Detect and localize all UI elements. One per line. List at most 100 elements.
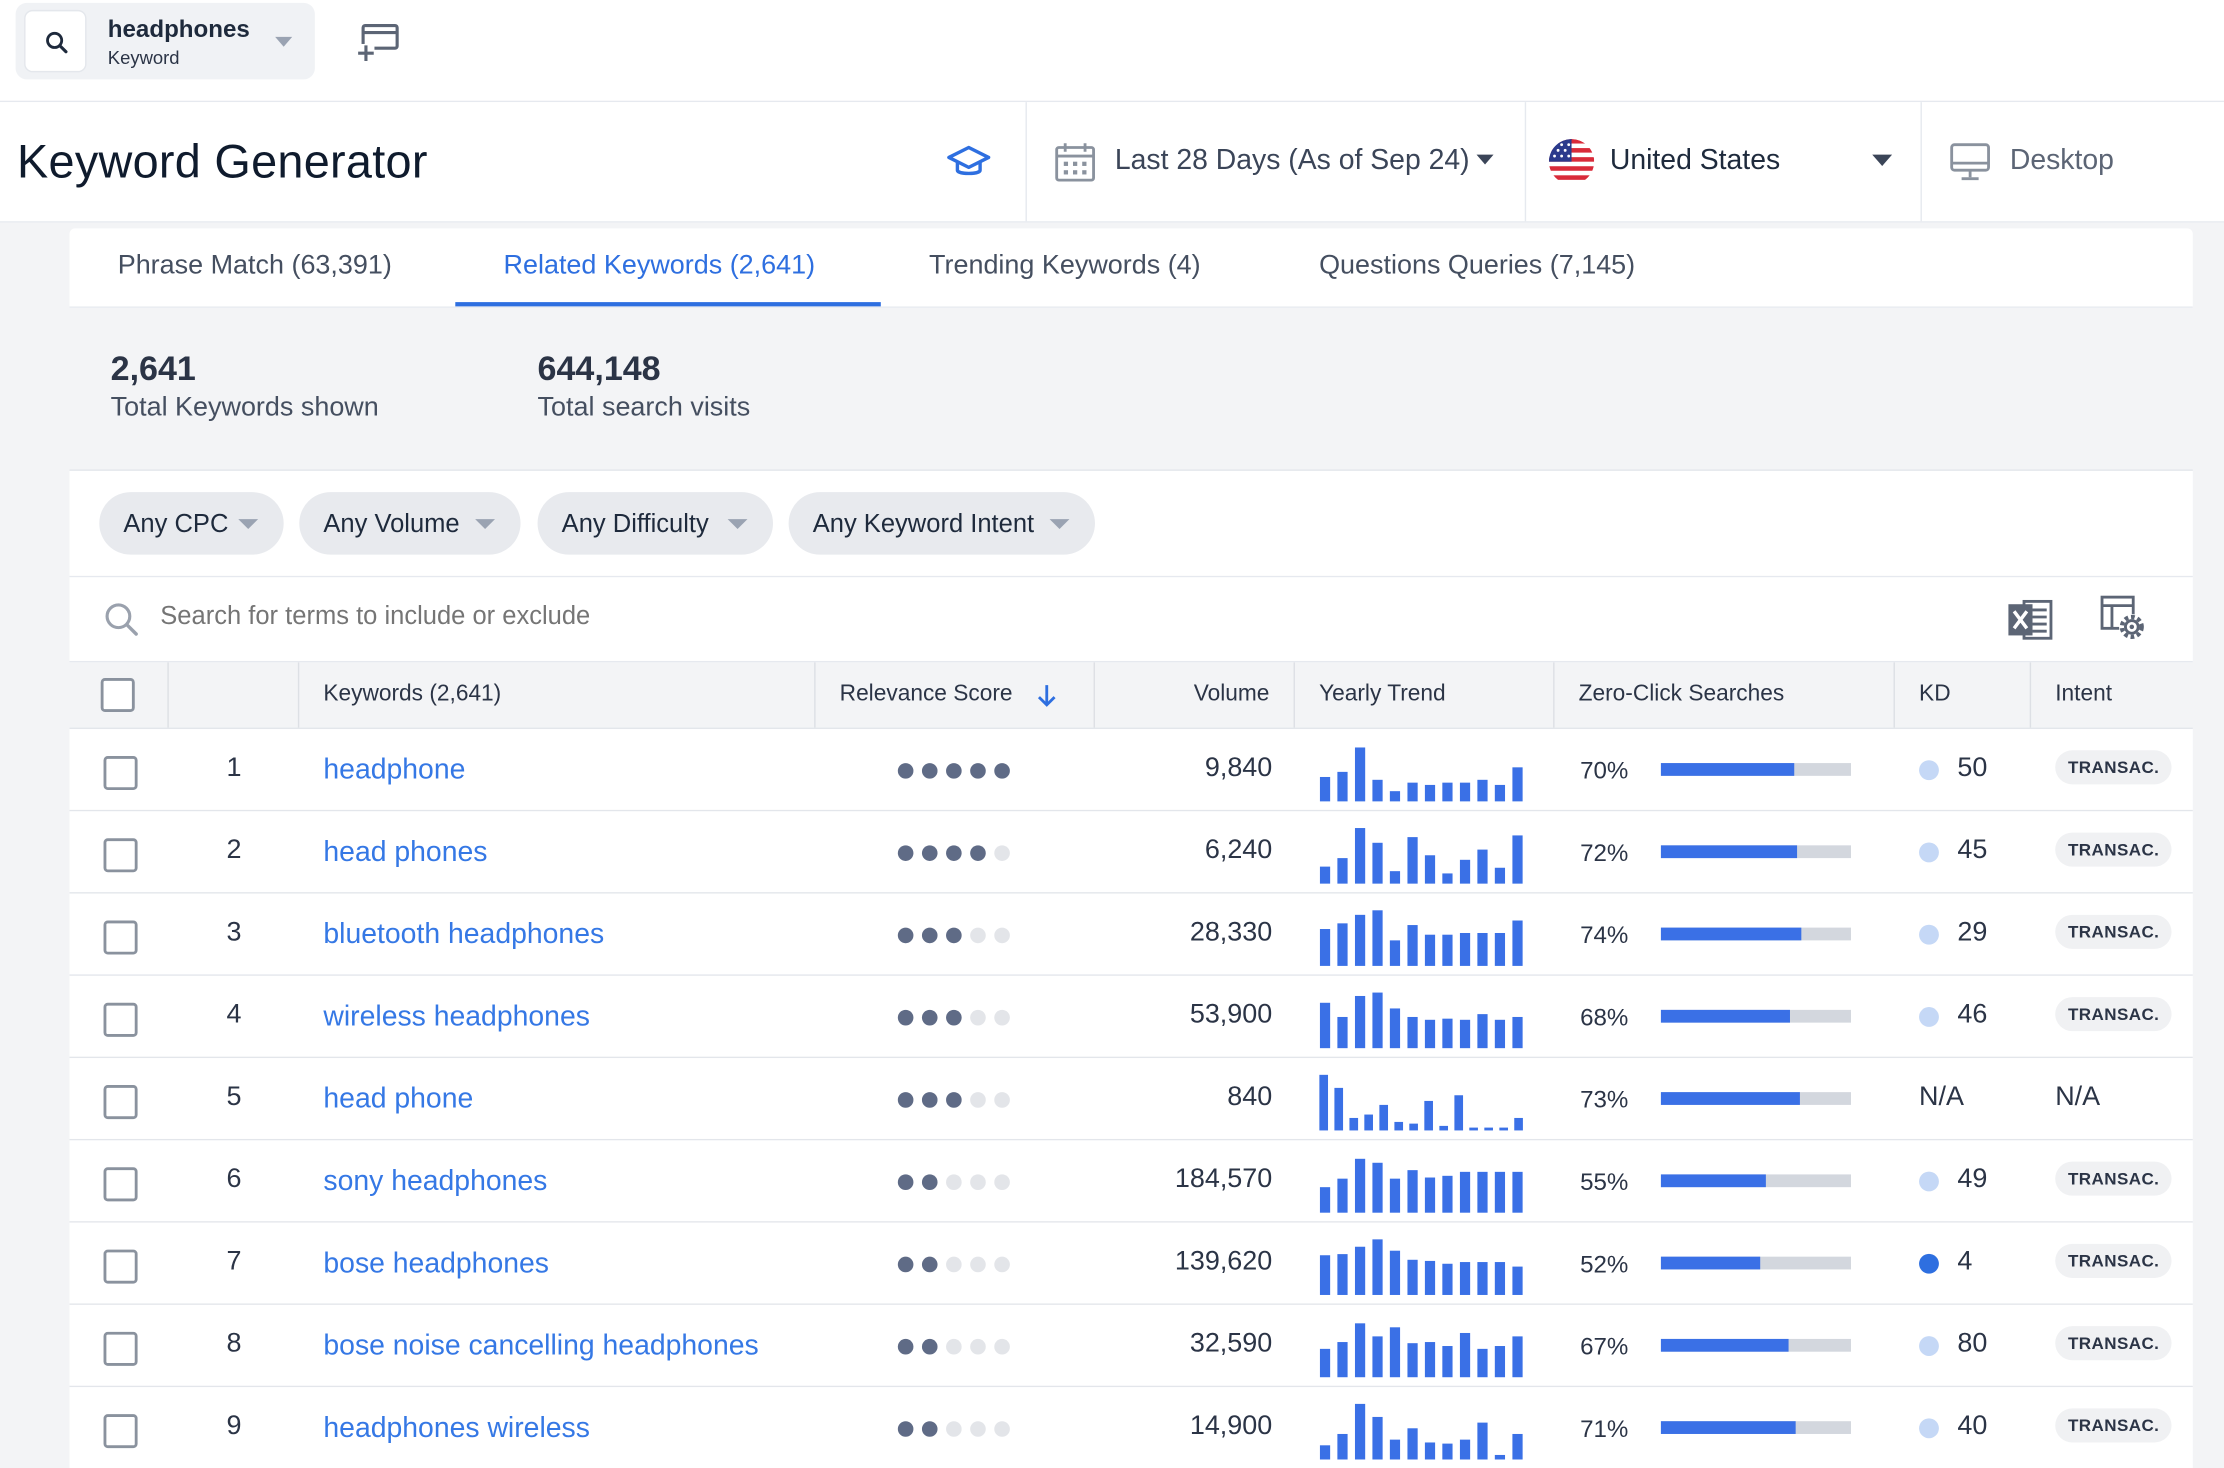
column-header-volume[interactable]: Volume [1119, 662, 1270, 727]
relevance-dot [897, 763, 914, 779]
country-selector[interactable]: United States [1526, 102, 1920, 221]
zero-click-bar [1660, 1092, 1851, 1105]
table-row[interactable]: 3 bluetooth headphones 28,330 74% 29 TRANSAC. [69, 893, 2193, 976]
row-checkbox[interactable] [103, 1249, 138, 1284]
intent-badge: TRANSAC. [2055, 1326, 2173, 1361]
table-row[interactable]: 8 bose noise cancelling headphones 32,590 6… [69, 1304, 2193, 1388]
difficulty-filter[interactable]: Any Difficulty [537, 492, 774, 555]
trend-bar [1389, 1250, 1401, 1295]
column-header-zero-click[interactable]: Zero-Click Searches [1579, 662, 1785, 727]
row-checkbox[interactable] [103, 755, 138, 791]
row-checkbox[interactable] [103, 1331, 138, 1366]
sort-arrow-down-icon[interactable] [1037, 684, 1057, 708]
yearly-trend-chart [1319, 992, 1523, 1049]
table-row[interactable]: 7 bose headphones 139,620 52% 4 TRANSAC. [69, 1222, 2193, 1305]
column-header-relevance[interactable]: Relevance Score [840, 662, 1013, 727]
column-header-keywords[interactable]: Keywords (2,641) [323, 662, 501, 727]
trend-bar [1477, 1422, 1488, 1460]
row-checkbox[interactable] [103, 838, 138, 873]
trend-bar [1459, 1262, 1471, 1295]
keyword-link[interactable]: headphone [323, 755, 465, 788]
kd-value: 4 [1957, 1246, 1973, 1277]
trend-bar [1337, 858, 1348, 884]
trend-bar [1389, 1439, 1401, 1460]
zero-click-value: 73% [1580, 1086, 1629, 1114]
select-all-checkbox[interactable] [100, 677, 135, 713]
table-row[interactable]: 1 headphone 9,840 70% 50 TRANSAC. [69, 729, 2193, 812]
volume-value: 14,900 [1189, 1411, 1273, 1442]
tab-trending-keywords[interactable]: Trending Keywords (4) [929, 251, 1201, 282]
keyword-link[interactable]: bose headphones [323, 1248, 549, 1281]
column-header-kd[interactable]: KD [1919, 662, 1951, 727]
keyword-link[interactable]: bluetooth headphones [323, 919, 604, 952]
graduation-cap-icon[interactable] [946, 142, 991, 182]
table-row[interactable]: 5 head phone 840 73% N/A N/A [69, 1058, 2193, 1141]
volume-filter[interactable]: Any Volume [299, 492, 521, 555]
intent-badge: TRANSAC. [2055, 1408, 2173, 1443]
trend-bar [1407, 837, 1418, 884]
app-root: headphones Keyword Keyword Generator Las… [0, 0, 2224, 1468]
relevance-dot [994, 1174, 1010, 1191]
keyword-link[interactable]: headphones wireless [323, 1413, 590, 1446]
relevance-dot [970, 845, 986, 861]
row-checkbox[interactable] [103, 1414, 138, 1449]
device-label: Desktop [2009, 144, 2114, 176]
column-header-yearly-trend[interactable]: Yearly Trend [1319, 662, 1446, 727]
keyword-intent-filter[interactable]: Any Keyword Intent [788, 492, 1095, 555]
device-selector[interactable]: Desktop [1922, 102, 2224, 221]
relevance-dot [921, 1338, 938, 1355]
excel-export-icon[interactable] [2007, 596, 2055, 644]
relevance-dot [897, 1338, 914, 1355]
kd-indicator-dot [1919, 842, 1939, 863]
search-terms-input[interactable] [160, 601, 1012, 632]
tab-related-keywords[interactable]: Related Keywords (2,641) [504, 251, 816, 282]
keyword-link[interactable]: head phones [323, 837, 487, 870]
trend-bar [1477, 849, 1488, 884]
search-button[interactable] [24, 9, 87, 73]
tab-questions-queries[interactable]: Questions Queries (7,145) [1319, 251, 1635, 282]
table-row[interactable]: 2 head phones 6,240 72% 45 TRANSAC. [69, 811, 2193, 894]
trend-bar [1424, 855, 1436, 884]
trend-bar [1372, 1162, 1383, 1213]
yearly-trend-chart [1319, 1323, 1523, 1378]
relevance-dot [946, 1092, 962, 1108]
relevance-dot [897, 1092, 914, 1108]
kd-indicator-dot [1919, 924, 1939, 945]
chevron-down-icon [727, 519, 748, 530]
trend-bar [1389, 871, 1401, 884]
trend-bar [1442, 1018, 1453, 1049]
trend-bar [1319, 866, 1331, 884]
table-row[interactable]: 4 wireless headphones 53,900 68% 46 TRANSAC. [69, 975, 2193, 1059]
trend-bar [1442, 934, 1453, 966]
keyword-link[interactable]: wireless headphones [323, 1001, 590, 1034]
column-settings-icon[interactable] [2099, 594, 2147, 642]
row-checkbox[interactable] [103, 1167, 138, 1202]
zero-click-bar [1660, 1174, 1851, 1188]
keyword-link[interactable]: head phone [323, 1084, 473, 1117]
row-checkbox[interactable] [103, 920, 138, 955]
chevron-down-icon[interactable] [275, 36, 293, 47]
tab-phrase-match[interactable]: Phrase Match (63,391) [118, 251, 392, 282]
relevance-dot [946, 845, 962, 861]
cpc-filter[interactable]: Any CPC [99, 492, 284, 555]
keyword-link[interactable]: bose noise cancelling headphones [323, 1330, 758, 1363]
table-row[interactable]: 9 headphones wireless 14,900 71% 40 TRANSAC. [69, 1387, 2193, 1468]
relevance-dot [994, 1009, 1010, 1026]
row-number: 9 [226, 1411, 242, 1442]
total-visits-label: Total search visits [537, 392, 751, 423]
column-header-intent[interactable]: Intent [2055, 662, 2112, 727]
add-compare-icon[interactable] [356, 18, 401, 63]
zero-click-bar [1660, 927, 1851, 941]
date-range-selector[interactable]: Last 28 Days (As of Sep 24) [1025, 102, 1524, 221]
trend-bar [1319, 1074, 1329, 1131]
table-row[interactable]: 6 sony headphones 184,570 55% 49 TRANSAC. [69, 1140, 2193, 1223]
keyword-link[interactable]: sony headphones [323, 1166, 547, 1199]
zero-click-value: 70% [1580, 757, 1629, 785]
keyword-selector[interactable]: headphones Keyword [15, 2, 315, 80]
row-checkbox[interactable] [103, 1002, 138, 1037]
row-checkbox[interactable] [103, 1085, 138, 1120]
row-number: 2 [226, 835, 242, 866]
trend-bar [1469, 1127, 1478, 1131]
trend-bar [1389, 940, 1401, 966]
volume-value: 184,570 [1174, 1164, 1273, 1195]
